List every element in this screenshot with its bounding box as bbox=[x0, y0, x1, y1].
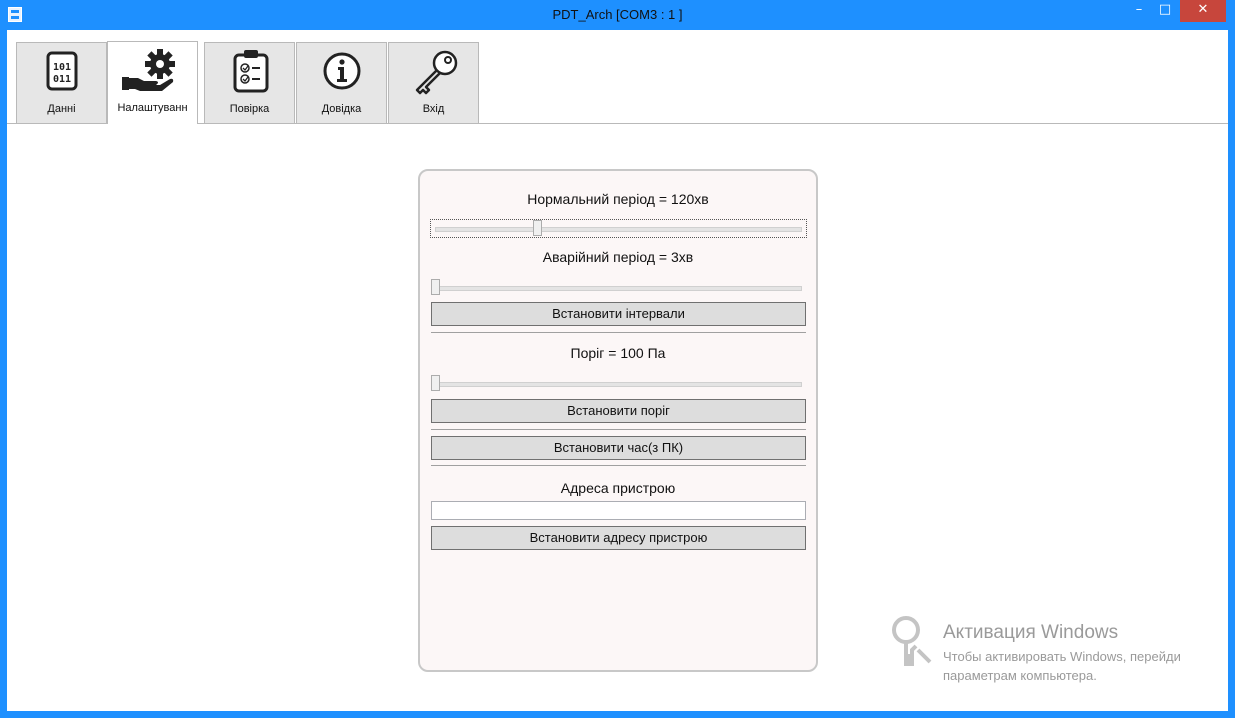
tab-label: Данні bbox=[47, 103, 76, 115]
tab-label: Налаштуванн bbox=[117, 102, 188, 114]
normal-period-slider[interactable] bbox=[430, 219, 807, 238]
threshold-slider[interactable] bbox=[431, 375, 806, 392]
slider-thumb[interactable] bbox=[431, 279, 440, 295]
tab-label: Вхід bbox=[422, 103, 445, 115]
tab-login[interactable]: Вхід bbox=[388, 42, 479, 123]
key-icon bbox=[389, 49, 478, 95]
tab-verification[interactable]: Повірка bbox=[204, 42, 295, 123]
threshold-label: Поріг = 100 Па bbox=[570, 345, 666, 361]
key-icon bbox=[890, 616, 936, 668]
title-bar[interactable]: PDT_Arch [COM3 : 1 ] – □ ✕ bbox=[0, 0, 1235, 30]
alarm-period-label: Аварійний період = 3хв bbox=[542, 249, 694, 265]
hand-gear-icon bbox=[108, 48, 197, 94]
slider-track bbox=[435, 227, 802, 232]
svg-text:011: 011 bbox=[53, 74, 71, 85]
activation-watermark: Активация Windows Чтобы активировать Win… bbox=[890, 612, 1230, 692]
set-time-button[interactable]: Встановити час(з ПК) bbox=[431, 436, 806, 460]
slider-track bbox=[435, 382, 802, 387]
divider bbox=[431, 465, 806, 466]
slider-thumb[interactable] bbox=[431, 375, 440, 391]
slider-thumb[interactable] bbox=[533, 220, 542, 236]
tab-data[interactable]: 101 011 Данні bbox=[16, 42, 107, 123]
device-address-input[interactable] bbox=[431, 501, 806, 520]
minimize-button[interactable]: – bbox=[1126, 0, 1152, 22]
tab-label: Повірка bbox=[229, 103, 270, 115]
set-intervals-button[interactable]: Встановити інтервали bbox=[431, 302, 806, 326]
settings-panel: Нормальний період = 120хв Аварійний пері… bbox=[418, 169, 818, 672]
set-threshold-button[interactable]: Встановити поріг bbox=[431, 399, 806, 423]
watermark-title: Активация Windows bbox=[943, 622, 1119, 643]
maximize-button[interactable]: □ bbox=[1152, 0, 1178, 22]
divider bbox=[431, 429, 806, 430]
slider-track bbox=[435, 286, 802, 291]
watermark-line: параметрам компьютера. bbox=[943, 668, 1097, 683]
normal-period-label: Нормальний період = 120хв bbox=[527, 191, 709, 207]
window-title: PDT_Arch [COM3 : 1 ] bbox=[552, 7, 683, 22]
watermark-line: Чтобы активировать Windows, перейди bbox=[943, 649, 1181, 664]
tab-strip: 101 011 Данні Налаштуванн Повірка Довідк… bbox=[7, 30, 1228, 124]
info-icon bbox=[297, 49, 386, 95]
close-button[interactable]: ✕ bbox=[1180, 0, 1226, 22]
set-address-button[interactable]: Встановити адресу пристрою bbox=[431, 526, 806, 550]
tab-settings[interactable]: Налаштуванн bbox=[107, 41, 198, 124]
divider bbox=[431, 332, 806, 333]
tab-label: Довідка bbox=[321, 103, 362, 115]
clipboard-checklist-icon bbox=[205, 49, 294, 95]
tab-help[interactable]: Довідка bbox=[296, 42, 387, 123]
alarm-period-slider[interactable] bbox=[431, 279, 806, 296]
binary-file-icon: 101 011 bbox=[17, 49, 106, 95]
device-address-label: Адреса пристрою bbox=[560, 480, 676, 496]
svg-text:101: 101 bbox=[53, 62, 71, 73]
